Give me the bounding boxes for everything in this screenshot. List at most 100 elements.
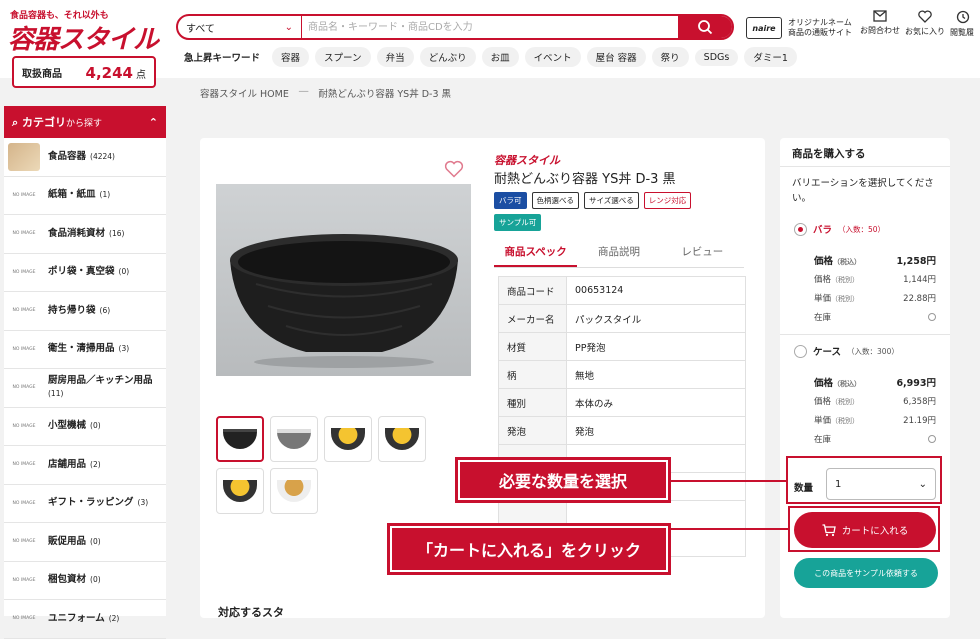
breadcrumb-home[interactable]: 容器スタイル HOME xyxy=(200,86,289,100)
favorite-heart-icon[interactable] xyxy=(444,160,464,182)
variation-instruction: バリエーションを選択してください。 xyxy=(792,178,934,205)
category-header[interactable]: ⌕ カテゴリから探す ⌃ xyxy=(4,106,166,138)
thumbnail[interactable] xyxy=(270,416,318,462)
thumbnail[interactable] xyxy=(216,416,264,462)
unit-price-label: 単価 xyxy=(814,293,832,304)
sidebar-item-count: (3) xyxy=(118,344,130,354)
keyword-chip[interactable]: 祭り xyxy=(651,47,689,67)
price-incl: 1,258円 xyxy=(896,255,936,267)
mail-icon xyxy=(873,10,887,22)
no-image-placeholder: NO IMAGE xyxy=(12,385,36,391)
annotation-connector xyxy=(670,480,786,482)
price-tax-label: （税込） xyxy=(833,379,862,388)
sidebar-item[interactable]: NO IMAGE 販促用品 (0) xyxy=(4,523,166,562)
price-incl: 6,993円 xyxy=(896,377,936,389)
sidebar-item-label: 店舗用品 xyxy=(48,458,87,470)
no-image-placeholder: NO IMAGE xyxy=(12,423,36,429)
sidebar-item[interactable]: NO IMAGE 衛生・清掃用品 (3) xyxy=(4,331,166,369)
spec-row: 商品コード 00653124 xyxy=(498,276,746,305)
product-count-box: 取扱商品 4,244 点 xyxy=(12,56,156,88)
sidebar-item[interactable]: NO IMAGE 厨房用品／キッチン用品 (11) xyxy=(4,369,166,408)
breadcrumb-separator: ― xyxy=(298,86,309,97)
sidebar-item[interactable]: NO IMAGE ユニフォーム (2) xyxy=(4,600,166,639)
product-main-image[interactable] xyxy=(216,184,471,376)
purchase-title: 商品を購入する xyxy=(792,148,866,160)
category-title-suffix: から探す xyxy=(66,119,103,129)
history-link[interactable]: 閲覧履 xyxy=(950,10,980,38)
contact-label: お問合わせ xyxy=(860,26,900,35)
sidebar-item[interactable]: NO IMAGE 小型機械 (0) xyxy=(4,408,166,446)
search-category-select[interactable]: すべて ⌄ xyxy=(178,16,302,38)
variant-case-radio[interactable]: ケース （入数：300） xyxy=(794,344,899,358)
radio-selected[interactable] xyxy=(794,222,807,236)
sidebar-item[interactable]: NO IMAGE 店舗用品 (2) xyxy=(4,446,166,485)
thumbnail[interactable] xyxy=(324,416,372,462)
spec-value: 発泡 xyxy=(566,416,746,445)
annotation-click-cart: 「カートに入れる」をクリック xyxy=(388,524,670,574)
naire-logo: naire xyxy=(746,17,782,39)
tab-description[interactable]: 商品説明 xyxy=(577,244,660,267)
spec-row: 種別 本体のみ xyxy=(498,388,746,417)
sidebar-item[interactable]: NO IMAGE 食品消耗資材 (16) xyxy=(4,215,166,254)
price-excl: 6,358円 xyxy=(903,396,936,407)
sidebar-item[interactable]: NO IMAGE 紙箱・紙皿 (1) xyxy=(4,177,166,215)
thumbnail[interactable] xyxy=(270,468,318,514)
search-button[interactable] xyxy=(678,16,732,38)
unit-price-tax: （税別） xyxy=(831,416,860,425)
price-excl-label: 価格 xyxy=(814,396,832,407)
search-icon xyxy=(698,20,713,35)
sidebar-item[interactable]: NO IMAGE 梱包資材 (0) xyxy=(4,562,166,600)
unit-price-label: 単価 xyxy=(814,415,832,426)
tab-review[interactable]: レビュー xyxy=(661,244,744,267)
keyword-chip[interactable]: お皿 xyxy=(481,47,519,67)
divider xyxy=(780,166,950,167)
sidebar-item-count: (0) xyxy=(90,575,101,585)
sidebar-item[interactable]: NO IMAGE ギフト・ラッピング (3) xyxy=(4,485,166,523)
spec-key: 材質 xyxy=(498,332,567,361)
naire-brand-link[interactable]: naire オリジナルネーム 商品の通販サイト xyxy=(746,14,854,42)
request-sample-button[interactable]: この商品をサンプル依頼する xyxy=(794,558,938,588)
history-label: 閲覧履 xyxy=(950,28,974,37)
unit-price: 22.88円 xyxy=(903,293,936,304)
tab-spec[interactable]: 商品スペック xyxy=(494,244,578,267)
keyword-chip[interactable]: SDGs xyxy=(694,48,739,66)
product-count-label: 取扱商品 xyxy=(22,68,62,80)
favorites-label: お気に入り xyxy=(905,27,945,36)
thumbnail[interactable] xyxy=(378,416,426,462)
sidebar-item-count: (2) xyxy=(90,459,101,469)
no-image-placeholder: NO IMAGE xyxy=(12,577,36,583)
keyword-chip[interactable]: 弁当 xyxy=(376,47,414,67)
keyword-chip[interactable]: 容器 xyxy=(272,47,310,67)
product-count-value: 4,244 xyxy=(85,63,133,82)
site-logo[interactable]: 容器スタイル xyxy=(8,19,159,56)
search-bar: すべて ⌄ xyxy=(176,14,734,40)
tag-microwave: レンジ対応 xyxy=(643,192,692,209)
sidebar-item[interactable]: NO IMAGE ポリ袋・真空袋 (0) xyxy=(4,254,166,292)
keyword-chip[interactable]: イベント xyxy=(524,47,581,67)
keyword-chip[interactable]: ダミー1 xyxy=(744,47,797,67)
chevron-up-icon: ⌃ xyxy=(148,115,158,129)
thumbnail[interactable] xyxy=(216,468,264,514)
category-title: カテゴリ xyxy=(22,116,66,129)
product-tabs: 商品スペック 商品説明 レビュー xyxy=(494,244,744,268)
spec-value: 無地 xyxy=(566,360,746,389)
annotation-select-quantity: 必要な数量を選択 xyxy=(456,458,670,502)
sidebar-item-label: ユニフォーム xyxy=(48,612,105,624)
chevron-down-icon: ⌄ xyxy=(284,21,293,33)
radio-unselected[interactable] xyxy=(794,344,807,358)
keyword-chip[interactable]: スプーン xyxy=(315,47,371,67)
sidebar-item-count: (3) xyxy=(137,498,149,508)
keyword-chip[interactable]: 屋台 容器 xyxy=(586,47,646,67)
spec-row: 材質 PP発泡 xyxy=(498,332,746,361)
spec-row: メーカー名 パックスタイル xyxy=(498,304,746,333)
contact-link[interactable]: お問合わせ xyxy=(860,10,900,36)
keyword-chip[interactable]: どんぶり xyxy=(419,47,476,67)
sidebar-item[interactable]: 食品容器 (4224) xyxy=(4,138,166,177)
no-image-placeholder: NO IMAGE xyxy=(12,231,36,237)
sidebar-item[interactable]: NO IMAGE 持ち帰り袋 (6) xyxy=(4,292,166,331)
spec-row: 柄無地 xyxy=(498,360,746,389)
variant-bara-radio[interactable]: バラ （入数：50） xyxy=(794,222,885,236)
favorites-link[interactable]: お気に入り xyxy=(905,10,945,37)
search-input[interactable] xyxy=(302,16,678,38)
annotation-connector xyxy=(668,528,788,530)
